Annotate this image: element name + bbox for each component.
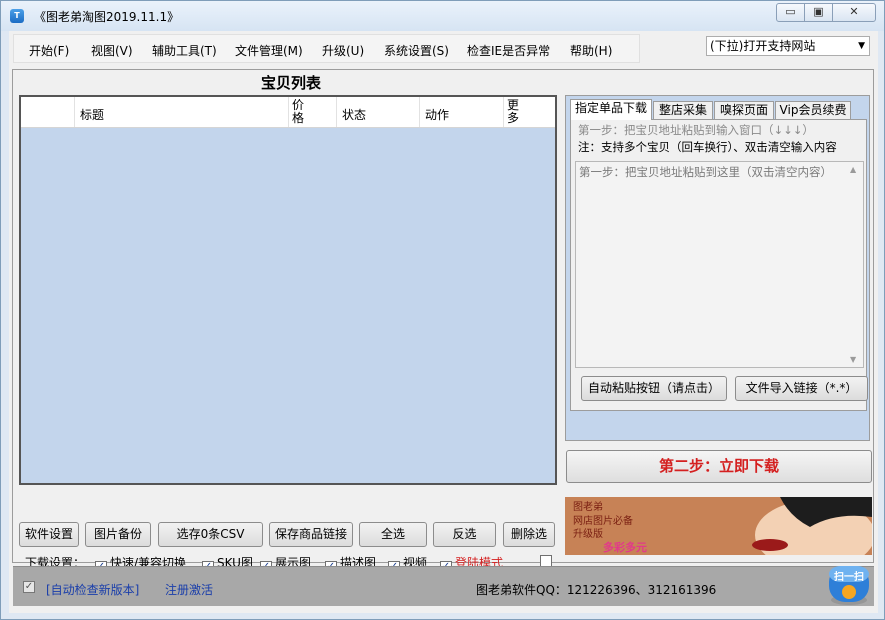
- site-select[interactable]: (下拉)打开支持网站 ▼: [706, 36, 870, 56]
- main-frame: 宝贝列表 标题 价格 状态 动作 更多 指定单品下载 整店采集 嗅探页面 Vip…: [12, 69, 874, 573]
- menu-start[interactable]: 开始(F): [29, 42, 69, 59]
- software-settings-button[interactable]: 软件设置: [19, 522, 79, 547]
- multi-item-note: 注：支持多个宝贝（回车换行）、双击清空输入内容: [578, 140, 837, 154]
- close-button[interactable]: ✕: [833, 4, 875, 21]
- scan-qr-button[interactable]: 扫一扫: [825, 562, 873, 606]
- menu-upgrade[interactable]: 升级(U): [322, 42, 364, 59]
- menu-view[interactable]: 视图(V): [91, 42, 133, 59]
- auto-paste-button[interactable]: 自动粘贴按钮（请点击）: [581, 376, 727, 401]
- svg-text:扫一扫: 扫一扫: [834, 570, 864, 583]
- column-header-status[interactable]: 状态: [337, 97, 420, 127]
- site-select-value: (下拉)打开支持网站: [710, 39, 816, 53]
- tab-sniff-page[interactable]: 嗅探页面: [714, 101, 774, 119]
- url-input-placeholder: 第一步：把宝贝地址粘贴到这里（双击清空内容）: [579, 165, 832, 179]
- save-links-button[interactable]: 保存商品链接: [269, 522, 353, 547]
- scroll-down-icon[interactable]: ▼: [850, 355, 856, 364]
- url-input[interactable]: 第一步：把宝贝地址粘贴到这里（双击清空内容） ▲ ▼: [575, 161, 864, 368]
- svg-text:网店图片必备: 网店图片必备: [573, 514, 633, 527]
- status-bar: ✓ [自动检查新版本] 注册激活 图老弟软件QQ：121226396、31216…: [13, 566, 874, 606]
- download-panel: 指定单品下载 整店采集 嗅探页面 Vip会员续费 第一步：把宝贝地址粘贴到输入窗…: [565, 95, 870, 441]
- window-controls: ▭ ▣ ✕: [776, 3, 876, 22]
- main-window: T 《图老弟淘图2019.11.1》 ▭ ▣ ✕ 开始(F) 视图(V) 辅助工…: [0, 0, 885, 620]
- tab-content: 第一步：把宝贝地址粘贴到输入窗口（↓↓↓） 注：支持多个宝贝（回车换行）、双击清…: [570, 119, 868, 411]
- select-all-button[interactable]: 全选: [359, 522, 427, 547]
- tab-single-item[interactable]: 指定单品下载: [570, 99, 652, 120]
- svg-text:升级版: 升级版: [573, 527, 603, 540]
- menu-check-ie[interactable]: 检查IE是否异常: [467, 42, 550, 59]
- maximize-button[interactable]: ▣: [805, 4, 833, 21]
- menu-bar: 开始(F) 视图(V) 辅助工具(T) 文件管理(M) 升级(U) 系统设置(S…: [13, 34, 640, 63]
- minimize-button[interactable]: ▭: [777, 4, 805, 21]
- svg-text:图老弟: 图老弟: [573, 500, 603, 513]
- column-header-more[interactable]: 更多: [504, 97, 555, 127]
- menu-help[interactable]: 帮助(H): [570, 42, 612, 59]
- tab-shop-collect[interactable]: 整店采集: [653, 101, 713, 119]
- menu-tools[interactable]: 辅助工具(T): [152, 42, 217, 59]
- scroll-up-icon[interactable]: ▲: [850, 165, 856, 174]
- chevron-down-icon: ▼: [858, 41, 865, 51]
- step-hint: 第一步：把宝贝地址粘贴到输入窗口（↓↓↓）: [578, 123, 814, 137]
- save-csv-button[interactable]: 选存0条CSV: [158, 522, 263, 547]
- delete-selected-button[interactable]: 删除选: [503, 522, 555, 547]
- download-now-button[interactable]: 第二步：立即下载: [566, 450, 872, 483]
- import-links-button[interactable]: 文件导入链接（*.*）: [735, 376, 868, 401]
- window-title: 《图老弟淘图2019.11.1》: [34, 10, 180, 24]
- item-list[interactable]: 标题 价格 状态 动作 更多: [19, 95, 557, 485]
- tab-vip-renew[interactable]: Vip会员续费: [775, 101, 851, 119]
- column-header-price[interactable]: 价格: [289, 97, 337, 127]
- app-icon: T: [10, 9, 24, 23]
- client-area: 开始(F) 视图(V) 辅助工具(T) 文件管理(M) 升级(U) 系统设置(S…: [9, 31, 878, 613]
- qq-contact: 图老弟软件QQ：121226396、312161396: [476, 583, 717, 597]
- list-title: 宝贝列表: [261, 74, 322, 92]
- auto-check-update-link[interactable]: [自动检查新版本]: [46, 581, 139, 598]
- svg-text:多彩多元: 多彩多元: [603, 540, 647, 554]
- column-header-action[interactable]: 动作: [420, 97, 504, 127]
- list-header: 标题 价格 状态 动作 更多: [21, 97, 555, 128]
- title-bar[interactable]: T 《图老弟淘图2019.11.1》 ▭ ▣ ✕: [1, 1, 884, 31]
- scan-icon: 扫一扫: [829, 566, 869, 605]
- column-header-index[interactable]: [21, 97, 75, 127]
- scrollbar[interactable]: ▲ ▼: [848, 162, 863, 367]
- image-backup-button[interactable]: 图片备份: [85, 522, 151, 547]
- menu-file[interactable]: 文件管理(M): [235, 42, 303, 59]
- ad-banner[interactable]: 图老弟 网店图片必备 升级版 多彩多元: [565, 497, 872, 555]
- ad-banner-image: 图老弟 网店图片必备 升级版 多彩多元: [565, 497, 872, 555]
- invert-selection-button[interactable]: 反选: [433, 522, 496, 547]
- register-activate-link[interactable]: 注册激活: [165, 581, 213, 598]
- column-header-title[interactable]: 标题: [75, 97, 289, 127]
- auto-check-checkbox[interactable]: ✓: [23, 581, 35, 593]
- menu-settings[interactable]: 系统设置(S): [384, 42, 449, 59]
